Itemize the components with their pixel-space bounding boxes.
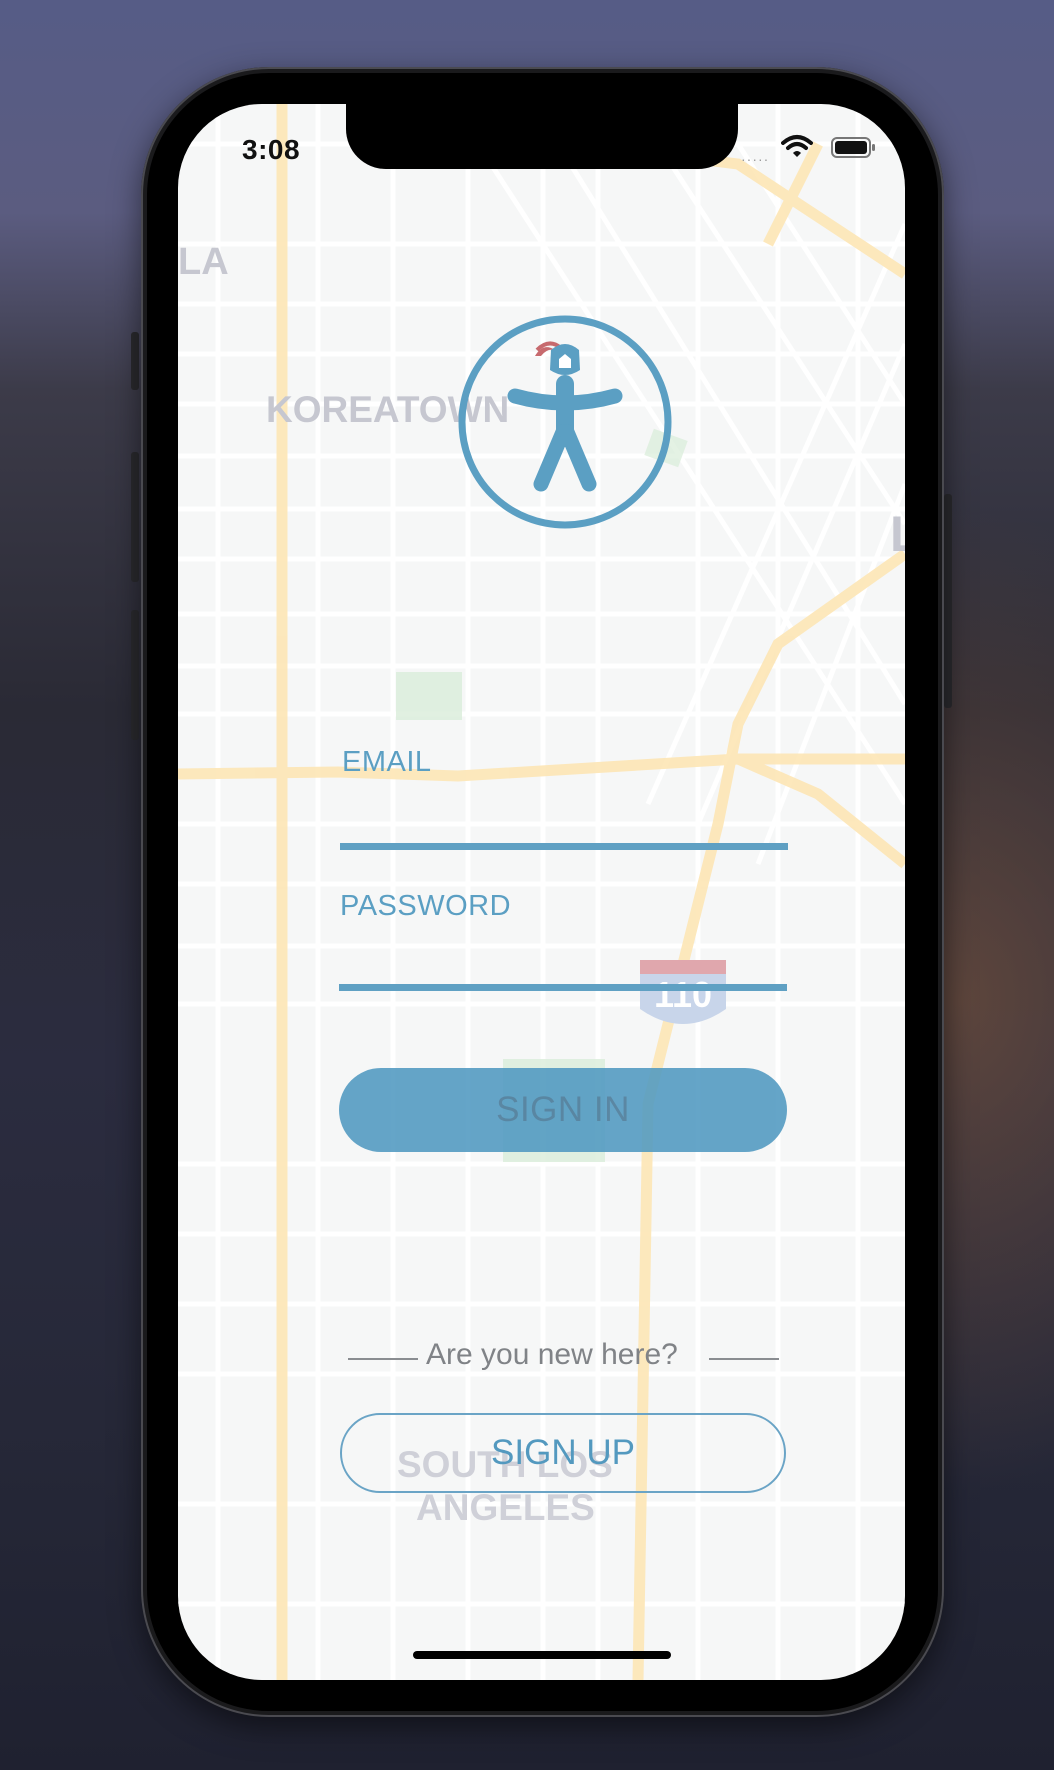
notch — [346, 104, 738, 169]
person-with-helmet-logo-icon — [458, 315, 672, 529]
new-here-prompt: Are you new here? — [426, 1338, 678, 1371]
password-underline — [339, 984, 787, 991]
sign-up-button[interactable]: SIGN UP — [340, 1413, 786, 1493]
wifi-icon — [781, 135, 813, 157]
map-label-edge: L — [890, 506, 905, 562]
power-button — [944, 494, 952, 708]
volume-down-button — [131, 610, 139, 740]
map-label-south-la-2: ANGELES — [416, 1487, 595, 1528]
email-label: EMAIL — [342, 746, 432, 778]
app-screen: LA KOREATOWN SOUTH LOS ANGELES L 110 3:0… — [178, 104, 905, 1680]
sign-in-label: SIGN IN — [496, 1090, 630, 1129]
signal-dots: ····· — [741, 151, 770, 167]
email-underline — [340, 843, 788, 850]
status-icons: ····· — [741, 134, 875, 167]
divider-line-right — [709, 1358, 779, 1360]
silent-switch — [131, 332, 139, 390]
sign-up-label: SIGN UP — [491, 1433, 635, 1472]
battery-icon — [831, 137, 875, 158]
sign-in-button[interactable]: SIGN IN — [339, 1068, 787, 1152]
map-label-la: LA — [178, 241, 229, 283]
status-time: 3:08 — [242, 134, 301, 165]
password-label: PASSWORD — [340, 890, 512, 922]
home-indicator[interactable] — [413, 1651, 671, 1659]
divider-line-left — [348, 1358, 418, 1360]
volume-up-button — [131, 452, 139, 582]
